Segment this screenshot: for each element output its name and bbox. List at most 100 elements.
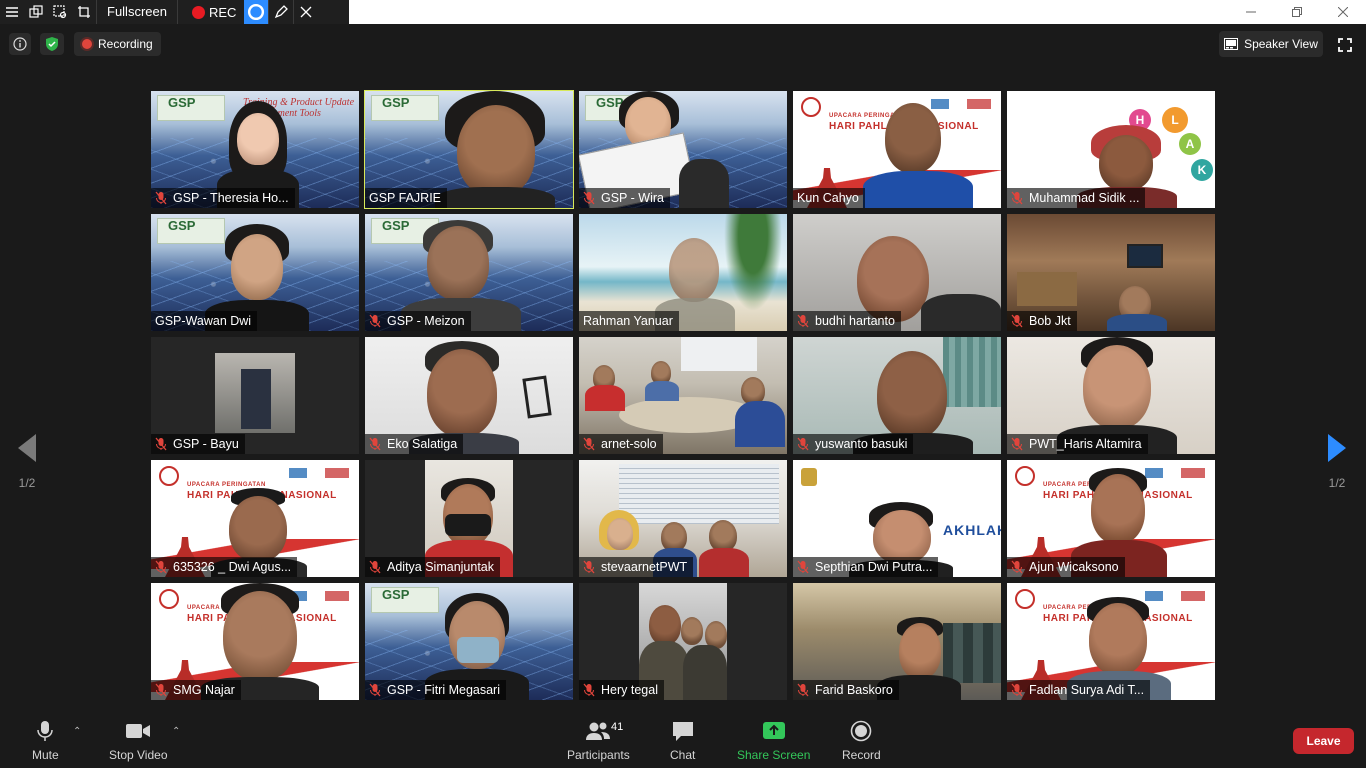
video-tile[interactable]: Bob Jkt [1007, 214, 1215, 331]
participant-face [885, 103, 941, 173]
mic-muted-icon [1011, 683, 1023, 697]
video-tile[interactable]: arnet-solo [579, 337, 787, 454]
minimize-icon[interactable] [1228, 0, 1274, 24]
speaker-view-button[interactable]: Speaker View [1219, 31, 1323, 57]
participant-face [681, 617, 703, 645]
shield-icon[interactable] [40, 33, 64, 55]
audio-options-caret-icon[interactable]: ⌃ [73, 726, 81, 737]
crop-icon[interactable] [72, 0, 96, 24]
participant-name-tag: Farid Baskoro [793, 680, 899, 700]
video-tile[interactable]: GSP - Bayu [151, 337, 359, 454]
share-screen-button[interactable]: Share Screen [737, 720, 810, 762]
mic-muted-icon [369, 437, 381, 451]
restore-icon[interactable] [1274, 0, 1320, 24]
mic-muted-icon [155, 191, 167, 205]
video-tile[interactable]: GSP GSP-Wawan Dwi [151, 214, 359, 331]
region-capture-icon[interactable] [48, 0, 72, 24]
video-tile[interactable]: UPACARA PERINGATAN HARI PAHLAWAN NASIONA… [1007, 583, 1215, 700]
participant-name-tag: Kun Cahyo [793, 188, 865, 208]
mic-muted-icon [1011, 437, 1023, 451]
speaker-view-label: Speaker View [1244, 37, 1318, 51]
next-page-button[interactable]: 1/2 [1328, 434, 1346, 490]
video-tile[interactable]: stevaarnetPWT [579, 460, 787, 577]
info-icon[interactable] [9, 33, 31, 55]
wall-frame [522, 375, 552, 419]
microphone-icon [37, 721, 54, 741]
participant-name: GSP - Bayu [173, 437, 239, 451]
participant-torso [435, 187, 555, 208]
participant-torso [683, 645, 727, 700]
video-tile[interactable]: GSP Training & Product Update Measurement… [151, 91, 359, 208]
leave-button[interactable]: Leave [1293, 728, 1354, 754]
windows-icon[interactable] [24, 0, 48, 24]
video-tile[interactable]: AKHLAK Septhian Dwi Putra... [793, 460, 1001, 577]
rec-button[interactable]: REC [178, 5, 244, 20]
chat-button[interactable]: Chat [670, 720, 695, 762]
participant-name-tag: Fadlan Surya Adi T... [1007, 680, 1151, 700]
video-tile[interactable]: GSP GSP - Meizon [365, 214, 573, 331]
fullscreen-icon[interactable] [1333, 33, 1357, 57]
video-tile[interactable]: Hery tegal [579, 583, 787, 700]
mic-muted-icon [369, 683, 381, 697]
video-gallery: 1/2 1/2 GSP Training & Product Update Mea… [0, 64, 1366, 714]
emblem-icon [159, 589, 179, 609]
sponsor-logos [931, 99, 991, 109]
mic-muted-icon [583, 191, 595, 205]
mic-muted-icon [583, 437, 595, 451]
video-tile[interactable]: Rahman Yanuar [579, 214, 787, 331]
video-tile[interactable]: budhi hartanto [793, 214, 1001, 331]
video-tile[interactable]: UPACARA PERINGATAN HARI PAHLAWAN NASIONA… [793, 91, 1001, 208]
video-options-caret-icon[interactable]: ⌃ [172, 726, 180, 737]
mute-button[interactable]: Mute [32, 720, 59, 762]
rec-label: REC [208, 4, 237, 20]
participant-name-tag: Ajun Wicaksono [1007, 557, 1125, 577]
sponsor-logos [1145, 468, 1205, 478]
participant-name: Aditya Simanjuntak [387, 560, 495, 574]
video-tile[interactable]: yuswanto basuki [793, 337, 1001, 454]
menu-icon[interactable] [0, 0, 24, 24]
participant-face [1099, 135, 1153, 191]
participant-name: PWT_Haris Altamira [1029, 437, 1142, 451]
fullscreen-button[interactable]: Fullscreen [97, 0, 177, 24]
video-tile[interactable]: Eko Salatiga [365, 337, 573, 454]
participant-name-tag: GSP FAJRIE [365, 188, 448, 208]
participant-name-tag: Muhammad Sidik ... [1007, 188, 1146, 208]
webcam-toggle-icon[interactable] [244, 0, 269, 24]
participant-name: Muhammad Sidik ... [1029, 191, 1140, 205]
close-window-icon[interactable] [1320, 0, 1366, 24]
video-tile[interactable]: H L A K Muhammad Sidik ... [1007, 91, 1215, 208]
participant-face [457, 105, 535, 197]
participants-icon [586, 722, 611, 740]
mic-muted-icon [797, 560, 809, 574]
video-tile-active-speaker[interactable]: GSP GSP FAJRIE [364, 90, 574, 209]
video-tile[interactable]: UPACARA PERINGATAN HARI PAHLAWAN NASIONA… [1007, 460, 1215, 577]
recording-indicator[interactable]: Recording [74, 32, 161, 56]
page-indicator-left: 1/2 [18, 476, 36, 490]
video-tile[interactable]: Farid Baskoro [793, 583, 1001, 700]
video-tile[interactable]: PWT_Haris Altamira [1007, 337, 1215, 454]
pen-icon[interactable] [269, 0, 293, 24]
video-tile[interactable]: Aditya Simanjuntak [365, 460, 573, 577]
participant-face [231, 234, 283, 300]
share-screen-label: Share Screen [737, 748, 811, 762]
previous-page-button[interactable]: 1/2 [18, 434, 36, 490]
record-button[interactable]: Record [842, 720, 881, 762]
share-screen-icon [762, 722, 785, 739]
participant-torso [645, 381, 679, 401]
chat-icon [672, 722, 693, 741]
participants-count: 41 [611, 721, 624, 733]
stop-video-button[interactable]: Stop Video [109, 720, 168, 762]
video-tile[interactable]: UPACARA PERINGATAN HARI PAHLAWAN NASIONA… [151, 460, 359, 577]
video-tile[interactable]: GSP GSP - Fitri Megasari [365, 583, 573, 700]
camera-feed [215, 353, 295, 433]
video-tile[interactable]: UPACARA PERINGATAN HARI PAHLAWAN NASIONA… [151, 583, 359, 700]
stop-video-label: Stop Video [109, 748, 168, 762]
participant-name: Hery tegal [601, 683, 658, 697]
participant-silhouette [241, 369, 271, 429]
participant-face [229, 496, 287, 562]
mic-muted-icon [155, 437, 167, 451]
participants-button[interactable]: 41 Participants [567, 720, 630, 762]
video-tile[interactable]: GSP GSP - Wira [579, 91, 787, 208]
close-recorder-icon[interactable] [294, 0, 318, 24]
video-camera-icon [126, 724, 151, 738]
